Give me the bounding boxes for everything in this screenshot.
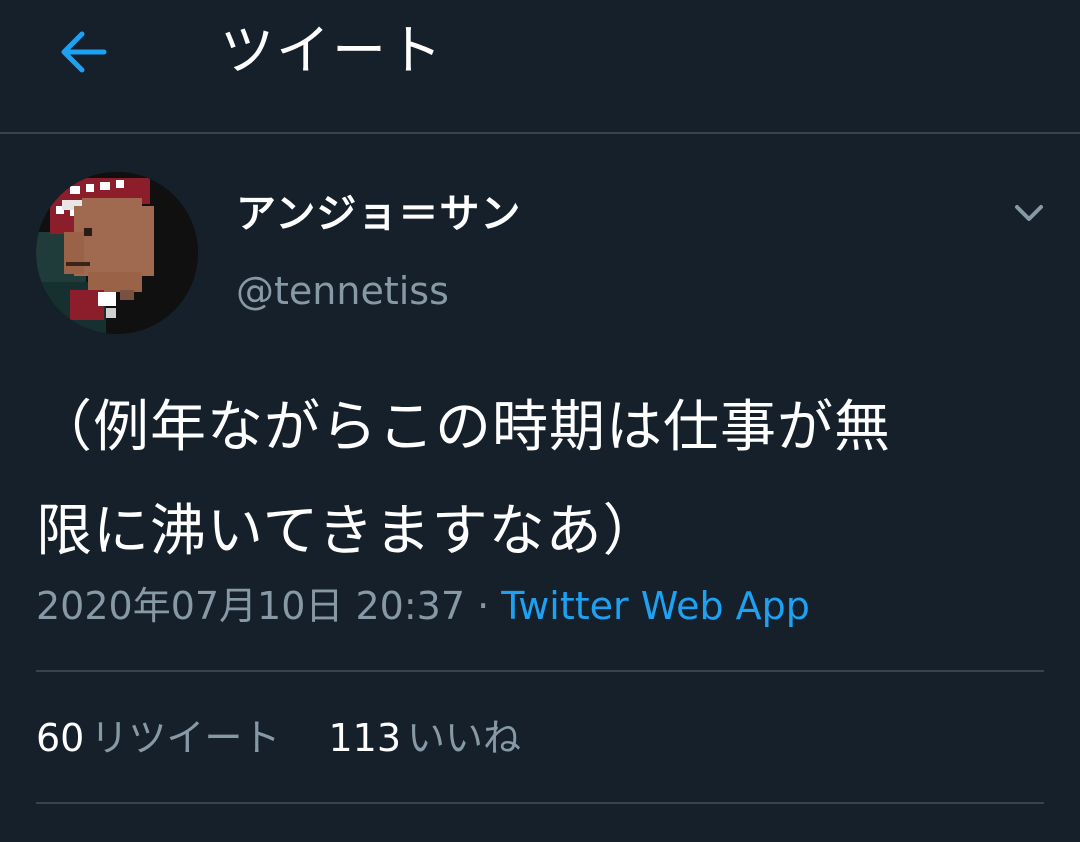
- arrow-left-icon: [56, 24, 112, 84]
- tweet-timestamp[interactable]: 2020年07月10日 20:37: [36, 584, 465, 628]
- divider: [36, 802, 1044, 804]
- tweet-detail-screen: ツイート アンジョ＝サン @tennetiss （例年ながらこの時期は仕事が無 …: [0, 0, 1080, 842]
- author-handle[interactable]: @tennetiss: [236, 266, 449, 316]
- tweet-text-line: （例年ながらこの時期は仕事が無: [36, 395, 891, 460]
- tweet-stats: 60 リツイート 113 いいね: [36, 710, 557, 766]
- divider: [36, 670, 1044, 672]
- avatar[interactable]: [36, 172, 198, 334]
- likes-stat[interactable]: 113 いいね: [328, 710, 521, 766]
- tweet-source-link[interactable]: Twitter Web App: [501, 584, 810, 628]
- likes-label: いいね: [407, 716, 522, 760]
- likes-count: 113: [328, 716, 401, 760]
- tweet-meta: 2020年07月10日 20:37 · Twitter Web App: [36, 580, 810, 632]
- retweets-label: リツイート: [90, 716, 281, 760]
- top-bar: ツイート: [0, 0, 1080, 134]
- retweets-count: 60: [36, 716, 85, 760]
- tweet-text-line: 限に沸いてきますなあ）: [36, 499, 660, 564]
- author-name[interactable]: アンジョ＝サン: [236, 188, 521, 240]
- chevron-down-icon: [1012, 196, 1046, 234]
- retweets-stat[interactable]: 60 リツイート: [36, 710, 280, 766]
- meta-separator: ·: [477, 584, 502, 628]
- back-button[interactable]: [52, 22, 116, 86]
- tweet-menu-button[interactable]: [1006, 192, 1052, 238]
- tweet-text: （例年ながらこの時期は仕事が無 限に沸いてきますなあ）: [36, 376, 1046, 584]
- page-title: ツイート: [220, 19, 444, 82]
- pixel-art-avatar-image: [36, 172, 198, 334]
